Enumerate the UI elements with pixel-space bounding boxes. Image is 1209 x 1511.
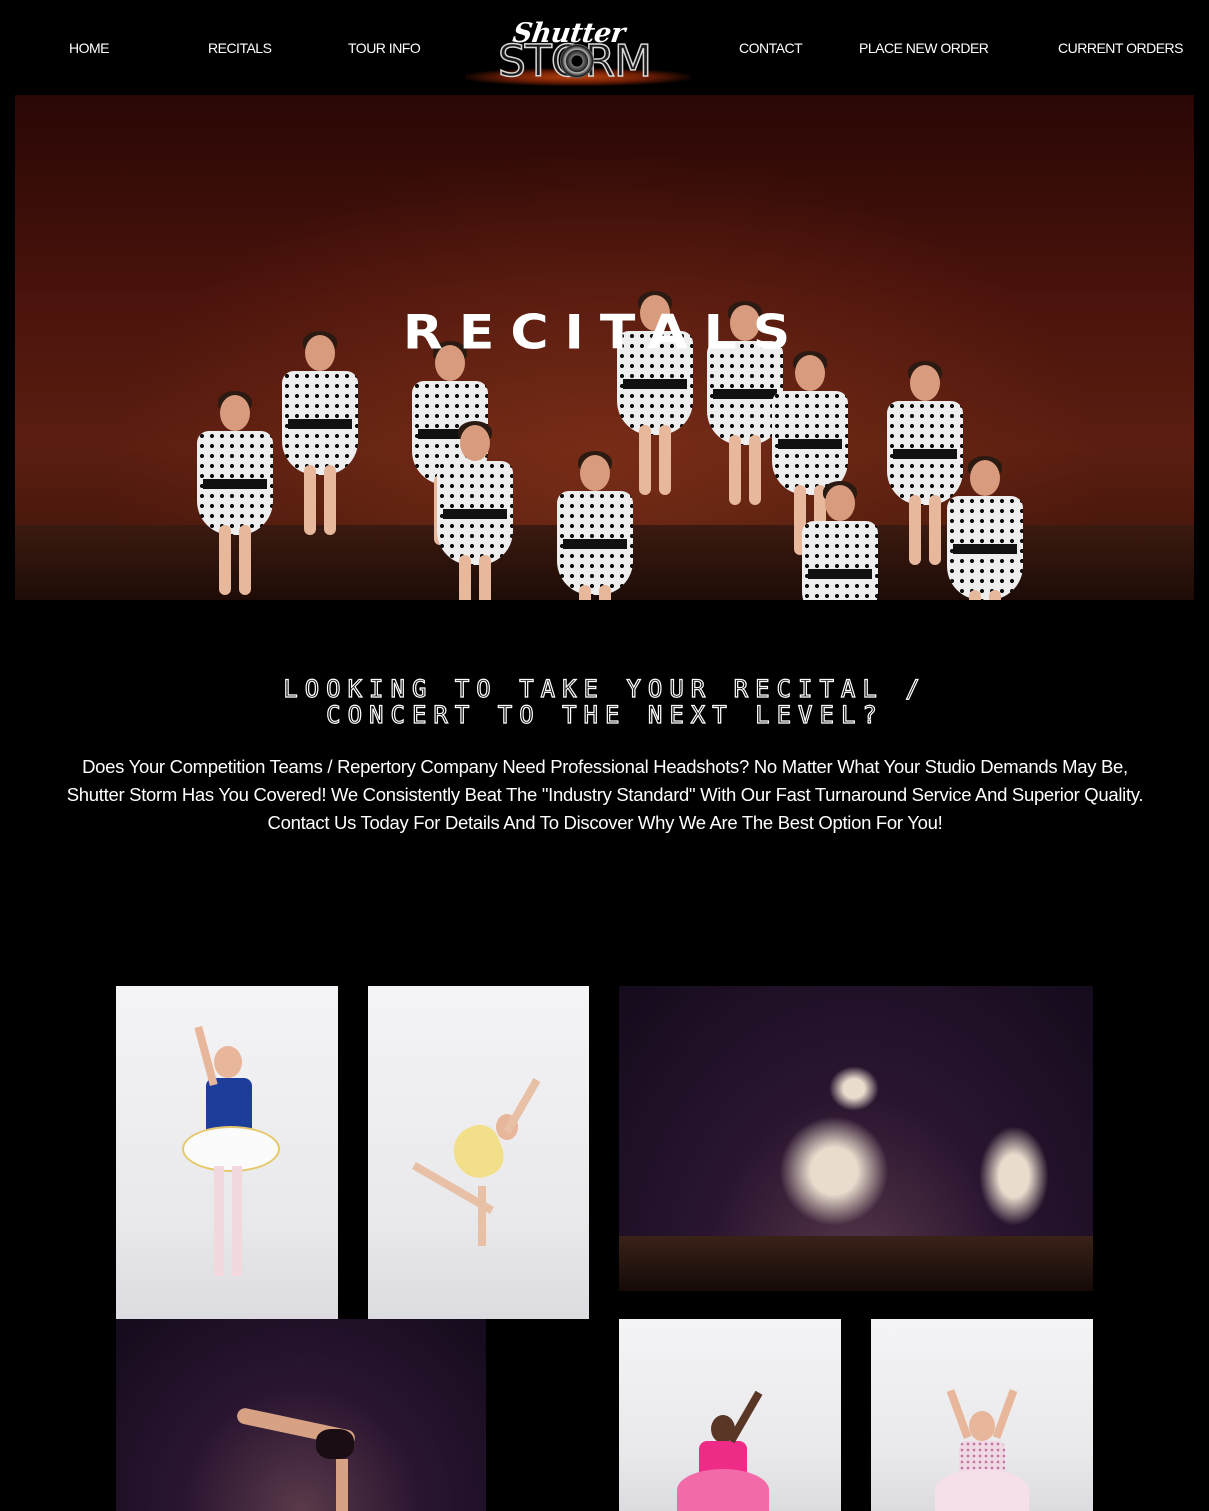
gallery-photo-yellow-dancer[interactable] [368, 986, 589, 1319]
nav-place-new-order-link[interactable]: PLACE NEW ORDER [859, 40, 989, 56]
hero-dancer [280, 331, 360, 535]
aperture-icon [560, 44, 594, 78]
nav-recitals-link[interactable]: RECITALS [208, 40, 272, 56]
nav-tour-info-link[interactable]: TOUR INFO [348, 40, 421, 56]
hero-dancer [945, 456, 1025, 600]
intro-heading: LOOKING TO TAKE YOUR RECITAL / CONCERT T… [220, 675, 990, 729]
shutter-storm-logo[interactable]: STORM Shutter [465, 18, 690, 92]
gallery-photo-stage-leap[interactable] [116, 1319, 486, 1511]
gallery-photo-sequin-dancer[interactable] [871, 1319, 1093, 1511]
gallery-photo-patriotic-dancer[interactable] [116, 986, 338, 1319]
hero-banner: RECITALS [15, 95, 1194, 600]
gallery-photo-stage-group[interactable] [619, 986, 1093, 1291]
logo-script-text: Shutter [510, 18, 627, 49]
hero-dancer [195, 391, 275, 595]
hero-dancer [800, 481, 880, 600]
nav-current-orders-link[interactable]: CURRENT ORDERS [1058, 40, 1183, 56]
gallery-photo-pink-dancer[interactable] [619, 1319, 841, 1511]
hero-title: RECITALS [402, 306, 807, 360]
intro-heading-line-2: CONCERT TO THE NEXT LEVEL? [326, 701, 884, 729]
intro-heading-line-1: LOOKING TO TAKE YOUR RECITAL / [283, 675, 927, 703]
intro-paragraph: Does Your Competition Teams / Repertory … [66, 756, 1144, 833]
top-navigation: HOME RECITALS TOUR INFO STORM Shutter CO… [0, 0, 1209, 95]
nav-contact-link[interactable]: CONTACT [739, 40, 803, 56]
nav-home-link[interactable]: HOME [69, 40, 110, 56]
hero-dancer [435, 421, 515, 600]
